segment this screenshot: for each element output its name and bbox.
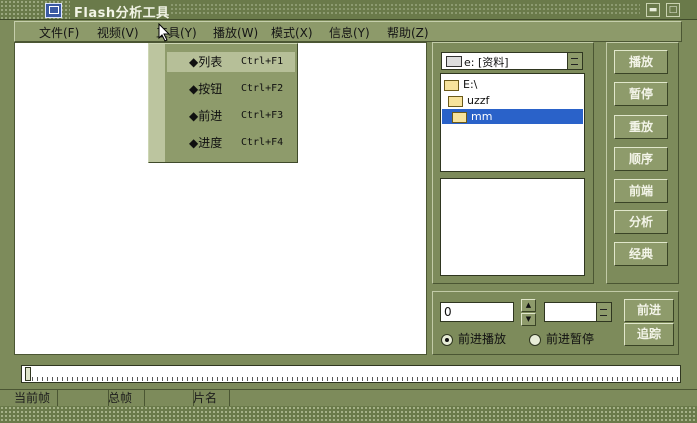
menu-item-progress[interactable]: ◆进度 Ctrl+F4 xyxy=(167,133,295,153)
file-list[interactable] xyxy=(440,178,585,276)
menu-item-forward[interactable]: ◆前进 Ctrl+F3 xyxy=(167,106,295,126)
folder-open-icon xyxy=(452,111,467,123)
classic-button[interactable]: 经典 xyxy=(614,242,668,266)
title-bar-pattern xyxy=(170,3,640,16)
front-button[interactable]: 前端 xyxy=(614,179,668,203)
application-window: Flash分析工具 ▬ □ 文件(F) 视频(V) 工具(Y) 播放(W) 模式… xyxy=(0,0,697,423)
status-total-frames-value xyxy=(144,390,194,406)
bottom-texture-strip xyxy=(0,406,697,423)
directory-item[interactable]: uzzf xyxy=(448,93,581,108)
forward-button[interactable]: 前进 xyxy=(624,299,674,322)
slider-ticks xyxy=(32,377,678,381)
radio-label: 前进暂停 xyxy=(546,332,595,346)
directory-label: uzzf xyxy=(467,94,490,107)
menu-help[interactable]: 帮助(Z) xyxy=(387,24,429,41)
status-current-frame-value xyxy=(58,390,109,406)
radio-unselected-icon xyxy=(529,333,541,346)
frame-number-input[interactable]: 0 xyxy=(440,302,514,322)
slider-thumb[interactable] xyxy=(25,367,31,381)
menu-video[interactable]: 视频(V) xyxy=(97,24,139,41)
menu-item-buttons[interactable]: ◆按钮 Ctrl+F2 xyxy=(167,79,295,99)
maximize-icon: □ xyxy=(668,5,678,15)
tools-dropdown-menu: ◆列表 Ctrl+F1 ◆按钮 Ctrl+F2 ◆前进 Ctrl+F3 ◆进度 … xyxy=(148,43,298,163)
menu-item-shortcut: Ctrl+F3 xyxy=(241,110,284,121)
progress-slider[interactable] xyxy=(21,365,681,383)
radio-forward-pause[interactable]: 前进暂停 xyxy=(529,330,594,347)
folder-open-icon xyxy=(448,95,463,107)
app-icon[interactable] xyxy=(45,3,62,18)
menu-item-label: ◆进度 xyxy=(189,136,223,150)
play-button[interactable]: 播放 xyxy=(614,50,668,74)
menu-side-strip xyxy=(149,44,165,162)
trace-button[interactable]: 追踪 xyxy=(624,323,674,346)
spin-up-button[interactable]: ▲ xyxy=(521,299,536,312)
menu-item-shortcut: Ctrl+F4 xyxy=(241,137,284,148)
mouse-cursor-icon xyxy=(158,23,171,42)
folder-open-icon xyxy=(444,79,459,91)
maximize-button[interactable]: □ xyxy=(666,3,680,17)
title-bar[interactable]: Flash分析工具 ▬ □ xyxy=(0,0,697,21)
menu-item-shortcut: Ctrl+F1 xyxy=(241,56,284,67)
replay-button[interactable]: 重放 xyxy=(614,115,668,139)
minimize-button[interactable]: ▬ xyxy=(646,3,660,17)
directory-label: E:\ xyxy=(463,78,478,91)
menu-info[interactable]: 信息(Y) xyxy=(329,24,370,41)
pause-button[interactable]: 暂停 xyxy=(614,82,668,106)
status-current-frame: 当前帧 xyxy=(0,390,58,406)
menu-item-shortcut: Ctrl+F2 xyxy=(241,83,284,94)
spin-down-button[interactable]: ▼ xyxy=(521,313,536,326)
menu-bar: 文件(F) 视频(V) 工具(Y) 播放(W) 模式(X) 信息(Y) 帮助(Z… xyxy=(14,21,682,42)
drive-select[interactable]: e: [资料] xyxy=(441,52,583,70)
radio-label: 前进播放 xyxy=(458,332,507,346)
status-clip-name: 片名 xyxy=(193,390,230,406)
sequence-button[interactable]: 顺序 xyxy=(614,147,668,171)
minimize-icon: ▬ xyxy=(648,5,658,15)
directory-item[interactable]: E:\ xyxy=(444,77,581,92)
menu-item-label: ◆列表 xyxy=(189,55,223,69)
menu-play[interactable]: 播放(W) xyxy=(213,24,258,41)
status-total-frames: 总帧 xyxy=(108,390,145,406)
radio-forward-play[interactable]: 前进播放 xyxy=(441,330,506,347)
window-title: Flash分析工具 xyxy=(74,6,170,21)
menu-mode[interactable]: 模式(X) xyxy=(271,24,313,41)
dropdown-arrow-icon[interactable] xyxy=(596,303,611,321)
drive-select-value: e: [资料] xyxy=(464,56,509,69)
directory-item-selected[interactable]: mm xyxy=(442,109,583,124)
menu-file[interactable]: 文件(F) xyxy=(39,24,79,41)
status-bar: 当前帧 总帧 片名 xyxy=(0,389,697,407)
drive-icon xyxy=(446,56,462,67)
radio-selected-icon xyxy=(441,333,453,346)
mode-select[interactable] xyxy=(544,302,612,322)
status-clip-name-value xyxy=(229,390,697,406)
menu-item-label: ◆前进 xyxy=(189,109,223,123)
dropdown-arrow-icon[interactable] xyxy=(567,53,582,69)
directory-label: mm xyxy=(471,110,493,123)
analyze-button[interactable]: 分析 xyxy=(614,210,668,234)
menu-item-label: ◆按钮 xyxy=(189,82,223,96)
menu-item-list[interactable]: ◆列表 Ctrl+F1 xyxy=(167,52,295,72)
directory-list[interactable]: E:\ uzzf mm xyxy=(440,73,585,172)
